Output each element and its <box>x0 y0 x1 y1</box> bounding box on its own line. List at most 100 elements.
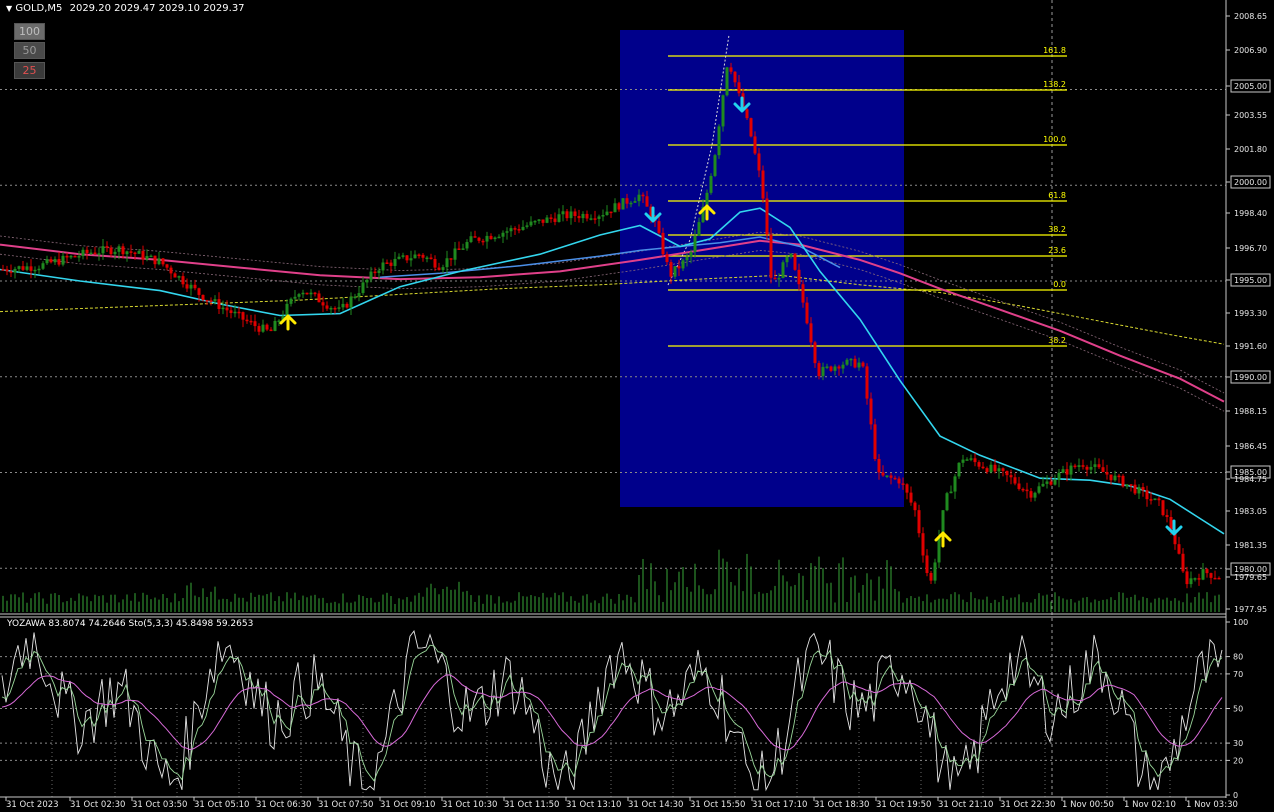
candle-body <box>861 362 865 367</box>
candle-body <box>197 288 201 295</box>
candle-body <box>73 255 77 258</box>
candle-body <box>493 237 497 240</box>
candle-body <box>1013 477 1017 484</box>
candle-body <box>569 211 573 219</box>
candle-body <box>161 258 165 265</box>
fib-level-label: 100.0 <box>1043 135 1066 144</box>
candle-body <box>9 271 13 273</box>
price-tick-label: 1996.70 <box>1234 244 1267 253</box>
candle-body <box>453 248 457 260</box>
candle-body <box>973 458 977 463</box>
trading-chart-window[interactable]: 161.8 138.2 100.0 61.8 38.2 23.6 0.0 38.2 2008.… <box>0 0 1274 812</box>
time-tick-label: 31 Oct 15:50 <box>690 800 745 810</box>
candle-body <box>53 259 57 263</box>
candle-body <box>101 246 105 254</box>
candle-body <box>969 458 973 460</box>
candle-body <box>501 232 505 237</box>
candle-body <box>1141 487 1145 491</box>
candle-body <box>5 269 9 272</box>
candle-body <box>1073 465 1077 468</box>
candle-body <box>433 258 437 268</box>
zoom-25-button[interactable]: 25 <box>14 62 45 79</box>
candle-body <box>549 217 553 219</box>
candle-body <box>125 251 129 255</box>
candle-body <box>1105 472 1109 475</box>
candle-body <box>269 329 273 332</box>
candle-body <box>921 533 925 556</box>
candle-body <box>965 459 969 461</box>
candle-body <box>1137 487 1141 494</box>
candle-body <box>949 491 953 494</box>
candle-body <box>369 271 373 280</box>
candle-body <box>157 258 161 265</box>
candle-body <box>769 234 773 278</box>
time-tick-label: 31 Oct 13:10 <box>566 800 621 810</box>
candle-body <box>553 218 557 222</box>
time-tick-label: 31 Oct 14:30 <box>628 800 683 810</box>
candle-body <box>597 216 601 219</box>
price-chart[interactable]: 161.8138.2100.061.838.223.60.038.2 2008.… <box>0 0 1274 812</box>
candle-body <box>293 296 297 299</box>
candle-body <box>57 259 61 265</box>
candle-body <box>245 319 249 322</box>
candle-body <box>205 300 209 302</box>
candle-body <box>1193 578 1197 580</box>
price-tick-label: 2006.90 <box>1234 46 1267 55</box>
time-tick-label: 31 Oct 07:50 <box>318 800 373 810</box>
candle-body <box>1129 484 1133 486</box>
fibonacci-zone[interactable] <box>620 30 904 507</box>
time-tick-label: 31 Oct 02:30 <box>70 800 125 810</box>
zoom-50-button[interactable]: 50 <box>14 42 45 59</box>
candle-body <box>429 257 433 260</box>
price-tick-label: 2000.00 <box>1234 178 1267 187</box>
candle-body <box>545 217 549 223</box>
candle-body <box>977 462 981 467</box>
candle-body <box>1065 469 1069 475</box>
time-tick-label: 31 Oct 03:50 <box>132 800 187 810</box>
candle-body <box>985 468 989 472</box>
candle-body <box>749 118 753 137</box>
candle-body <box>349 296 353 308</box>
candle-body <box>1097 464 1101 468</box>
zoom-100-button[interactable]: 100 <box>14 23 45 40</box>
candle-body <box>21 266 25 270</box>
candle-body <box>645 196 649 207</box>
candle-body <box>845 359 849 365</box>
candle-body <box>857 362 861 368</box>
oscillator-tick-label: 100 <box>1233 618 1248 627</box>
candle-body <box>473 236 477 238</box>
candle-body <box>785 256 789 263</box>
candle-body <box>109 247 113 255</box>
oscillator-tick-label: 20 <box>1233 756 1243 765</box>
dropdown-triangle-icon[interactable]: ▼ <box>6 4 12 13</box>
candle-body <box>225 307 229 311</box>
candle-body <box>1145 490 1149 500</box>
candle-body <box>153 255 157 265</box>
candle-body <box>981 466 985 469</box>
ohlc-values: 2029.20 2029.47 2029.10 2029.37 <box>69 3 245 14</box>
candle-body <box>665 254 669 263</box>
candle-body <box>909 492 913 503</box>
candle-body <box>821 366 825 377</box>
candle-body <box>41 263 45 269</box>
candle-body <box>133 252 137 255</box>
candle-body <box>781 262 785 278</box>
candle-body <box>17 266 21 269</box>
candle-body <box>37 268 41 271</box>
candle-body <box>445 258 449 268</box>
candle-body <box>1057 472 1061 480</box>
candle-body <box>837 366 841 369</box>
symbol-label: GOLD,M5 <box>15 3 63 14</box>
candle-body <box>285 303 289 317</box>
price-tick-label: 1990.00 <box>1234 373 1267 382</box>
candle-body <box>557 214 561 222</box>
candle-body <box>353 296 357 299</box>
candle-body <box>373 271 377 274</box>
candle-body <box>509 228 513 232</box>
candle-body <box>221 307 225 310</box>
candle-body <box>753 136 757 154</box>
candle-body <box>1049 481 1053 485</box>
candle-body <box>661 232 665 255</box>
candle-body <box>1217 577 1221 580</box>
candle-body <box>169 267 173 274</box>
